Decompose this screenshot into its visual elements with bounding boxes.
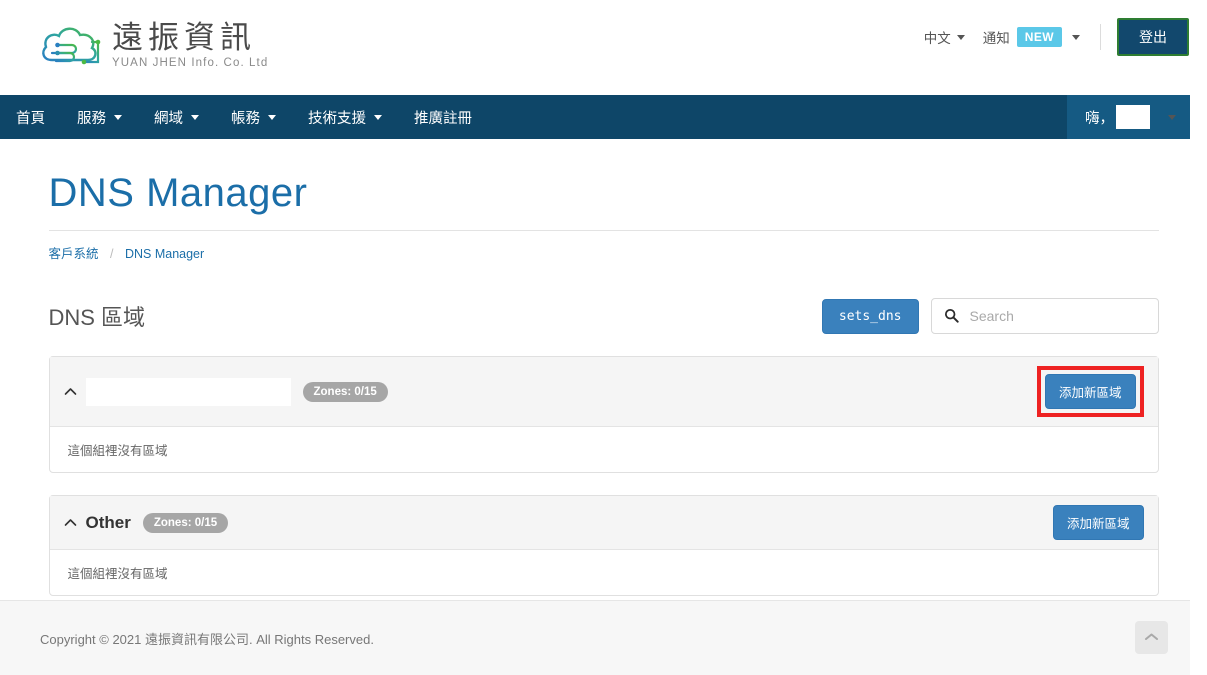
brand-name: 遠振資訊 YUAN JHEN Info. Co. Ltd (112, 19, 269, 70)
search-input[interactable] (930, 298, 1159, 334)
zone-group-panel: Zones: 0/15 添加新區域 這個組裡沒有區域 (48, 356, 1159, 473)
nav-item-affiliate[interactable]: 推廣註冊 (398, 95, 488, 139)
brand-name-en: YUAN JHEN Info. Co. Ltd (112, 56, 269, 69)
notification-label: 通知 (982, 31, 1010, 46)
brand-logo[interactable]: 遠振資訊 YUAN JHEN Info. Co. Ltd (38, 20, 268, 72)
breadcrumb-root[interactable]: 客戶系統 (49, 247, 99, 261)
chevron-down-icon (1168, 114, 1176, 120)
chevron-down-icon (191, 114, 199, 120)
language-label: 中文 (923, 31, 951, 46)
copyright-text: Copyright © 2021 遠振資訊有限公司. All Rights Re… (40, 632, 374, 647)
user-name-redacted (1116, 105, 1150, 129)
add-zone-button[interactable]: 添加新區域 (1052, 505, 1144, 540)
breadcrumb-separator: / (110, 247, 114, 261)
search-box (930, 298, 1159, 334)
zone-group-header[interactable]: Other Zones: 0/15 添加新區域 (49, 496, 1158, 550)
breadcrumb-current[interactable]: DNS Manager (125, 247, 204, 261)
search-icon (944, 308, 959, 328)
chevron-up-icon[interactable] (64, 518, 77, 527)
nav-item-support[interactable]: 技術支援 (292, 95, 398, 139)
zones-count-badge: Zones: 0/15 (142, 512, 229, 533)
dns-zone-toolbar: DNS 區域 sets_dns (49, 298, 1159, 334)
chevron-down-icon (114, 114, 122, 120)
nav-label: 首頁 (16, 110, 45, 127)
nav-item-services[interactable]: 服務 (61, 95, 138, 139)
zone-group-empty-message: 這個組裡沒有區域 (67, 567, 168, 581)
site-header: 遠振資訊 YUAN JHEN Info. Co. Ltd 中文 通知 NEW 登… (0, 0, 1207, 95)
notification-menu[interactable]: 通知 NEW (983, 27, 1080, 47)
header-divider (1100, 24, 1101, 50)
page-content: DNS Manager 客戶系統 / DNS Manager DNS 區域 se… (34, 171, 1174, 596)
header-utility-bar: 中文 通知 NEW 登出 (924, 18, 1189, 56)
cloud-circuit-icon (38, 20, 102, 72)
nav-item-domains[interactable]: 網域 (138, 95, 215, 139)
user-greeting: 嗨， (1085, 110, 1114, 127)
scrollbar-gutter[interactable] (1190, 0, 1207, 675)
zone-group-empty-message: 這個組裡沒有區域 (67, 444, 168, 458)
zone-group-name: Other (85, 512, 131, 532)
nav-label: 服務 (77, 110, 106, 127)
chevron-down-icon (268, 114, 276, 120)
scroll-to-top-button[interactable] (1135, 621, 1168, 654)
page-title-block: DNS Manager (48, 171, 1159, 231)
chevron-up-icon (1144, 629, 1159, 647)
brand-name-cn: 遠振資訊 (112, 19, 256, 56)
site-footer: Copyright © 2021 遠振資訊有限公司. All Rights Re… (0, 600, 1190, 675)
nav-label: 技術支援 (308, 110, 366, 127)
language-selector[interactable]: 中文 (924, 27, 965, 47)
zone-group-header[interactable]: Zones: 0/15 添加新區域 (49, 357, 1158, 427)
sets-dns-button[interactable]: sets_dns (821, 298, 919, 334)
nav-item-home[interactable]: 首頁 (0, 95, 61, 139)
chevron-down-icon (374, 114, 382, 120)
logout-button[interactable]: 登出 (1117, 18, 1189, 56)
section-title: DNS 區域 (48, 305, 146, 330)
add-zone-button[interactable]: 添加新區域 (1044, 374, 1136, 409)
zones-count-badge: Zones: 0/15 (302, 381, 388, 402)
page-title: DNS Manager (48, 171, 308, 215)
add-zone-highlight-annotation: 添加新區域 (1036, 366, 1144, 417)
chevron-down-icon (1072, 34, 1080, 40)
chevron-down-icon (956, 34, 965, 40)
nav-item-billing[interactable]: 帳務 (215, 95, 292, 139)
breadcrumb: 客戶系統 / DNS Manager (49, 231, 1159, 262)
chevron-up-icon[interactable] (64, 387, 77, 396)
notification-new-badge: NEW (1016, 27, 1062, 47)
main-navigation: 首頁 服務 網域 帳務 技術支援 推廣註冊 嗨， (0, 95, 1190, 139)
user-account-menu[interactable]: 嗨， (1067, 95, 1190, 139)
nav-label: 推廣註冊 (414, 110, 472, 127)
nav-label: 帳務 (231, 110, 260, 127)
zone-group-name-redacted (85, 377, 291, 406)
toolbar-controls: sets_dns (821, 298, 1159, 334)
nav-label: 網域 (154, 110, 183, 127)
zone-group-panel: Other Zones: 0/15 添加新區域 這個組裡沒有區域 (48, 495, 1159, 596)
